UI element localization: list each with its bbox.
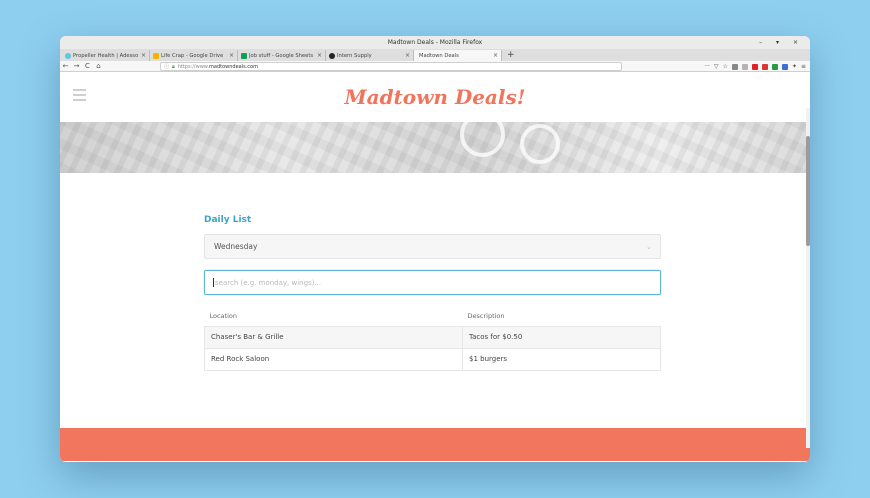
close-icon[interactable]: × bbox=[141, 52, 146, 59]
extension-icon[interactable] bbox=[781, 63, 788, 70]
sheets-favicon-icon bbox=[241, 52, 247, 59]
tab-label: Propeller Health | Adesso bbox=[73, 52, 139, 59]
scrollbar-thumb[interactable] bbox=[806, 136, 810, 246]
url-bar[interactable]: ⓘ 🔒︎ https://www. madtowndeals.com bbox=[160, 62, 622, 71]
search-input[interactable]: search (e.g. monday, wings)... bbox=[204, 270, 661, 295]
description-cell: $1 burgers bbox=[462, 347, 661, 371]
bookmark-star-icon[interactable]: ☆ bbox=[723, 63, 728, 70]
page-scrollbar[interactable] bbox=[806, 108, 810, 448]
forward-icon[interactable]: → bbox=[71, 62, 82, 70]
browser-window: Madtown Deals - Mozilla Firefox – ▾ × Pr… bbox=[60, 36, 810, 462]
tab-label: Intern Supply bbox=[337, 52, 372, 59]
back-icon[interactable]: ← bbox=[60, 62, 71, 70]
tab-madtown-deals[interactable]: Madtown Deals × bbox=[414, 50, 502, 61]
deals-table: Location Description Chaser's Bar & Gril… bbox=[204, 306, 661, 371]
hero-banner bbox=[60, 122, 810, 173]
tab-google-drive[interactable]: Life Crap - Google Drive × bbox=[150, 50, 238, 61]
site-header: Madtown Deals! bbox=[60, 72, 810, 122]
reload-icon[interactable]: C bbox=[82, 62, 93, 70]
column-header-description: Description bbox=[467, 311, 505, 320]
search-placeholder: search (e.g. monday, wings)... bbox=[215, 278, 322, 287]
page-actions-icon[interactable]: ··· bbox=[704, 63, 710, 70]
intern-supply-favicon-icon bbox=[329, 52, 335, 59]
extension-icon[interactable] bbox=[731, 63, 738, 70]
table-row[interactable]: Red Rock Saloon $1 burgers bbox=[204, 347, 661, 371]
window-controls[interactable]: – ▾ × bbox=[759, 36, 804, 49]
toolbar-icons: ··· ▽ ☆ ✦ ≡ bbox=[704, 61, 806, 72]
tab-intern-supply[interactable]: Intern Supply × bbox=[326, 50, 414, 61]
lock-icon: 🔒︎ bbox=[172, 63, 175, 70]
site-footer bbox=[60, 428, 810, 461]
tab-propeller-health[interactable]: Propeller Health | Adesso × bbox=[62, 50, 150, 61]
home-icon[interactable]: ⌂ bbox=[93, 62, 104, 70]
close-icon[interactable]: × bbox=[405, 52, 410, 59]
chevron-down-icon: ⌄ bbox=[646, 242, 652, 251]
day-select-value: Wednesday bbox=[214, 242, 258, 251]
propeller-favicon-icon bbox=[65, 52, 71, 59]
location-cell: Red Rock Saloon bbox=[204, 347, 463, 371]
extension-icon[interactable] bbox=[751, 63, 758, 70]
location-cell: Chaser's Bar & Grille bbox=[204, 325, 463, 349]
day-select[interactable]: Wednesday ⌄ bbox=[204, 234, 661, 259]
extension-icon[interactable] bbox=[761, 63, 768, 70]
url-protocol: https://www. bbox=[177, 63, 210, 70]
text-caret bbox=[213, 278, 214, 287]
tab-label: Life Crap - Google Drive bbox=[161, 52, 224, 59]
url-host: madtowndeals.com bbox=[209, 63, 258, 70]
close-icon[interactable]: × bbox=[317, 52, 322, 59]
daily-list-heading: Daily List bbox=[204, 215, 252, 225]
close-icon[interactable]: × bbox=[229, 52, 234, 59]
drive-favicon-icon bbox=[153, 52, 159, 59]
description-cell: Tacos for $0.50 bbox=[462, 325, 661, 349]
column-header-location: Location bbox=[209, 311, 238, 320]
web-page: Madtown Deals! Daily List Wednesday ⌄ se… bbox=[60, 72, 810, 461]
hamburger-menu-icon[interactable] bbox=[73, 89, 86, 104]
table-header-row: Location Description bbox=[205, 306, 661, 326]
close-icon[interactable]: × bbox=[493, 52, 498, 59]
tab-label: Job stuff - Google Sheets bbox=[249, 52, 314, 59]
new-tab-button[interactable]: + bbox=[502, 50, 520, 61]
tab-google-sheets[interactable]: Job stuff - Google Sheets × bbox=[238, 50, 326, 61]
titlebar: Madtown Deals - Mozilla Firefox – ▾ × bbox=[60, 36, 810, 49]
daily-list-section: Daily List Wednesday ⌄ search (e.g. mond… bbox=[204, 215, 661, 371]
table-row[interactable]: Chaser's Bar & Grille Tacos for $0.50 bbox=[204, 325, 661, 349]
extension-icon[interactable] bbox=[771, 63, 778, 70]
extension-icon[interactable] bbox=[741, 63, 748, 70]
navigation-bar: ← → C ⌂ ⓘ 🔒︎ https://www. madtowndeals.c… bbox=[60, 61, 810, 72]
tab-bar: Propeller Health | Adesso × Life Crap - … bbox=[60, 49, 810, 61]
tab-label: Madtown Deals bbox=[419, 52, 459, 59]
info-icon[interactable]: ⓘ bbox=[164, 63, 169, 70]
sidebar-icon[interactable]: ✦ bbox=[792, 63, 797, 70]
menu-icon[interactable]: ≡ bbox=[801, 63, 806, 70]
pocket-icon[interactable]: ▽ bbox=[714, 63, 719, 70]
site-title[interactable]: Madtown Deals! bbox=[344, 85, 525, 109]
window-title: Madtown Deals - Mozilla Firefox bbox=[387, 39, 483, 46]
